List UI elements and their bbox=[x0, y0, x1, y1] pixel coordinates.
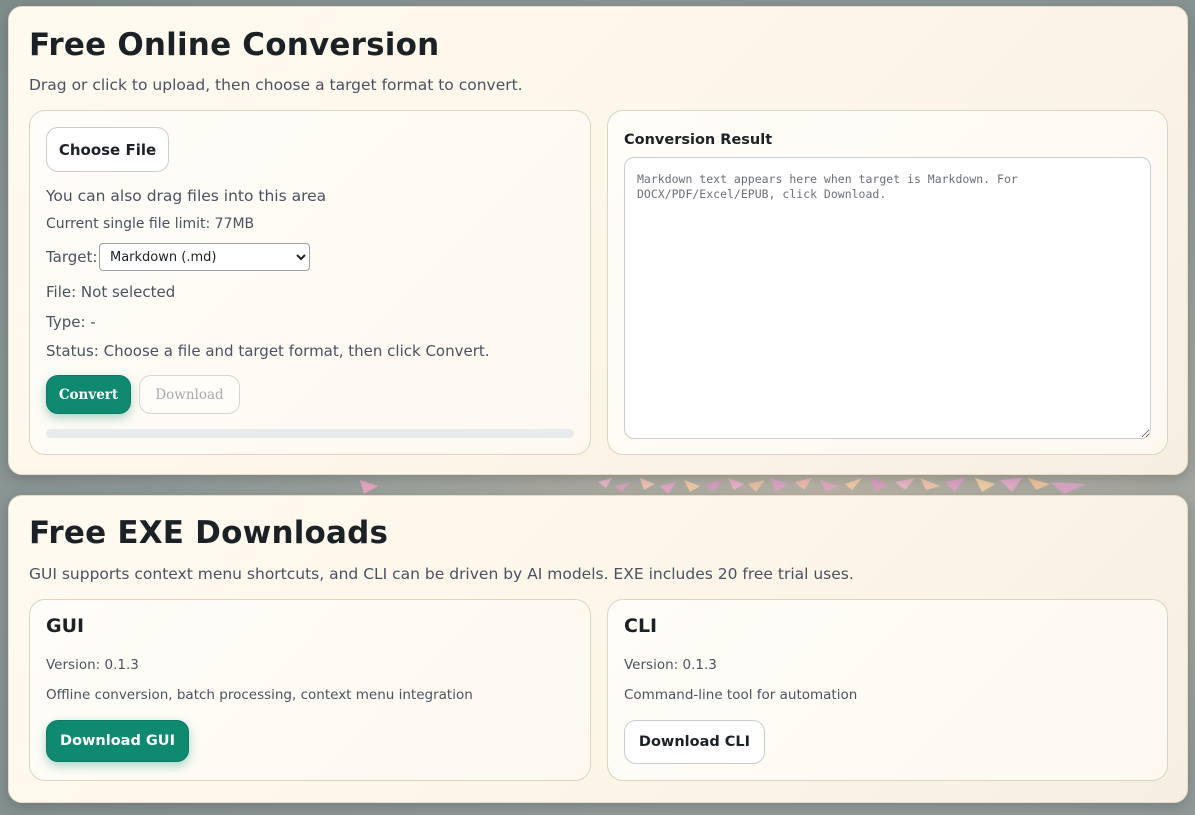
progress-bar bbox=[46, 429, 574, 438]
cli-card: CLI Version: 0.1.3 Command-line tool for… bbox=[607, 599, 1168, 781]
cli-description: Command-line tool for automation bbox=[624, 687, 858, 703]
result-textarea[interactable] bbox=[624, 157, 1151, 439]
upload-card[interactable]: Choose File You can also drag files into… bbox=[29, 110, 591, 455]
convert-button[interactable]: Convert bbox=[46, 375, 131, 414]
target-label: Target: bbox=[46, 248, 98, 266]
cli-version: Version: 0.1.3 bbox=[624, 657, 717, 673]
conversion-panel: Free Online Conversion Drag or click to … bbox=[8, 6, 1188, 475]
downloads-panel: Free EXE Downloads GUI supports context … bbox=[8, 495, 1188, 803]
conversion-subtitle: Drag or click to upload, then choose a t… bbox=[29, 76, 523, 94]
choose-file-button[interactable]: Choose File bbox=[46, 127, 169, 172]
downloads-subtitle: GUI supports context menu shortcuts, and… bbox=[29, 565, 854, 583]
downloads-title: Free EXE Downloads bbox=[29, 515, 389, 551]
result-card: Conversion Result bbox=[607, 110, 1168, 455]
type-status: Type: - bbox=[46, 313, 96, 331]
conversion-title: Free Online Conversion bbox=[29, 27, 440, 63]
download-button[interactable]: Download bbox=[139, 375, 240, 414]
gui-version: Version: 0.1.3 bbox=[46, 657, 139, 673]
gui-card: GUI Version: 0.1.3 Offline conversion, b… bbox=[29, 599, 591, 781]
file-status: File: Not selected bbox=[46, 283, 176, 301]
gui-description: Offline conversion, batch processing, co… bbox=[46, 687, 473, 703]
cli-title: CLI bbox=[624, 615, 658, 637]
download-gui-button[interactable]: Download GUI bbox=[46, 720, 189, 762]
file-limit-text: Current single file limit: 77MB bbox=[46, 216, 255, 232]
drag-hint: You can also drag files into this area bbox=[46, 187, 327, 205]
download-cli-button[interactable]: Download CLI bbox=[624, 720, 765, 764]
result-title: Conversion Result bbox=[624, 132, 773, 148]
status-text: Status: Choose a file and target format,… bbox=[46, 342, 490, 360]
target-format-select[interactable]: Markdown (.md) bbox=[99, 243, 310, 271]
gui-title: GUI bbox=[46, 615, 85, 637]
